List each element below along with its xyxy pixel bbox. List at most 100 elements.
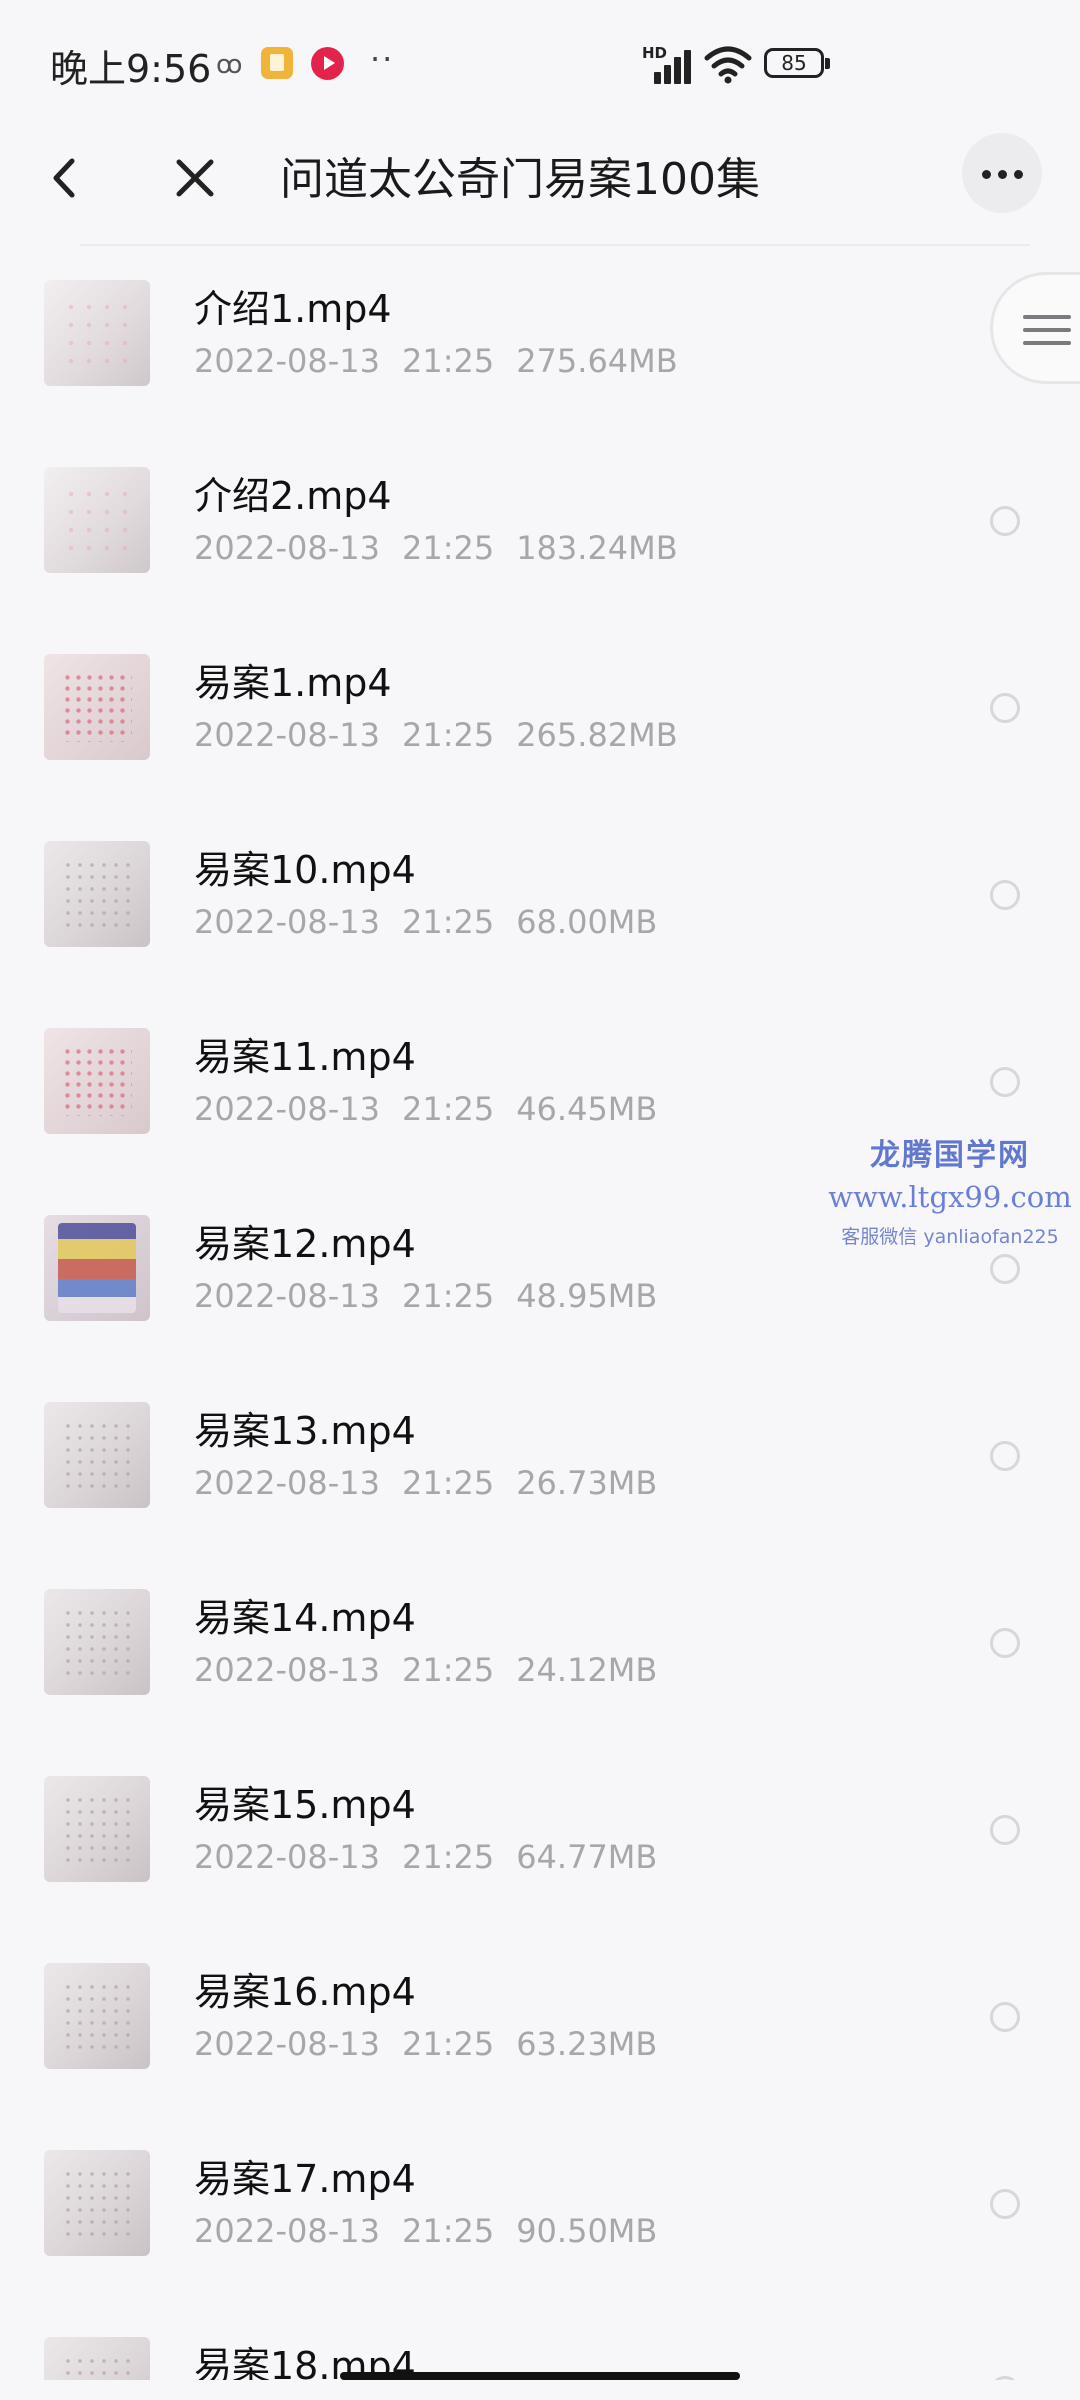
more-dot-icon <box>1014 170 1023 179</box>
status-bar: 晚上9:56 ꝏ ·· HD 85 <box>0 0 1080 120</box>
video-thumbnail <box>44 1589 150 1695</box>
watermark-title: 龙腾国学网 <box>870 1138 1030 1173</box>
file-list-item[interactable]: 介绍1.mp4 2022-08-13 21:25 275.64MB <box>0 250 1080 437</box>
file-size: 265.82MB <box>516 716 678 754</box>
select-radio-button[interactable] <box>990 1067 1020 1097</box>
file-list-item[interactable]: 易案16.mp4 2022-08-13 21:25 63.23MB <box>0 1933 1080 2120</box>
video-thumbnail <box>44 1776 150 1882</box>
file-date: 2022-08-13 <box>194 716 380 754</box>
file-time: 21:25 <box>401 903 495 941</box>
file-name: 易案14.mp4 <box>194 1596 416 1640</box>
file-meta: 2022-08-13 21:25 26.73MB <box>194 1464 657 1502</box>
menu-line-icon <box>1023 315 1071 319</box>
file-size: 24.12MB <box>516 1651 658 1689</box>
file-list-item[interactable]: 易案18.mp4 <box>0 2307 1080 2380</box>
video-thumbnail <box>44 1215 150 1321</box>
file-size: 63.23MB <box>516 2025 658 2063</box>
file-date: 2022-08-13 <box>194 1464 380 1502</box>
file-meta: 2022-08-13 21:25 90.50MB <box>194 2212 657 2250</box>
more-dot-icon <box>982 170 991 179</box>
more-dot-icon <box>998 170 1007 179</box>
select-radio-button[interactable] <box>990 1628 1020 1658</box>
close-icon[interactable] <box>165 143 225 213</box>
file-name: 易案12.mp4 <box>194 1222 416 1266</box>
select-radio-button[interactable] <box>990 693 1020 723</box>
file-time: 21:25 <box>401 2212 495 2250</box>
watermark: 龙腾国学网 www.ltgx99.com 客服微信 yanliaofan225 <box>820 1130 1080 1249</box>
more-options-button[interactable] <box>962 133 1042 213</box>
video-app-notification-icon <box>311 47 344 80</box>
more-notifications-icon: ·· <box>370 40 395 78</box>
video-thumbnail <box>44 841 150 947</box>
file-date: 2022-08-13 <box>194 529 380 567</box>
cloud-sync-icon: ꝏ <box>216 50 243 80</box>
file-meta: 2022-08-13 21:25 46.45MB <box>194 1090 657 1128</box>
video-thumbnail <box>44 2150 150 2256</box>
video-thumbnail <box>44 654 150 760</box>
file-date: 2022-08-13 <box>194 2025 380 2063</box>
notes-app-notification-icon <box>261 47 293 79</box>
file-date: 2022-08-13 <box>194 342 380 380</box>
file-size: 90.50MB <box>516 2212 658 2250</box>
file-name: 易案13.mp4 <box>194 1409 416 1453</box>
file-name: 易案15.mp4 <box>194 1783 416 1827</box>
file-browser-screen: 晚上9:56 ꝏ ·· HD 85 问道太公奇门易案100集 介绍1.mp4 2… <box>0 0 1080 2400</box>
file-time: 21:25 <box>401 529 495 567</box>
file-list-item[interactable]: 介绍2.mp4 2022-08-13 21:25 183.24MB <box>0 437 1080 624</box>
file-name: 易案1.mp4 <box>194 661 392 705</box>
select-radio-button[interactable] <box>990 2376 1020 2380</box>
select-radio-button[interactable] <box>990 880 1020 910</box>
watermark-url: www.ltgx99.com <box>828 1180 1072 1214</box>
file-time: 21:25 <box>401 1277 495 1315</box>
select-radio-button[interactable] <box>990 1254 1020 1284</box>
file-name: 易案16.mp4 <box>194 1970 416 2014</box>
select-radio-button[interactable] <box>990 2189 1020 2219</box>
select-radio-button[interactable] <box>990 1441 1020 1471</box>
file-size: 68.00MB <box>516 903 658 941</box>
back-arrow-icon[interactable] <box>40 143 90 213</box>
file-meta: 2022-08-13 21:25 275.64MB <box>194 342 678 380</box>
wifi-icon <box>704 46 752 84</box>
file-date: 2022-08-13 <box>194 2212 380 2250</box>
file-list-item[interactable]: 易案10.mp4 2022-08-13 21:25 68.00MB <box>0 811 1080 998</box>
file-time: 21:25 <box>401 1651 495 1689</box>
video-thumbnail <box>44 2337 150 2380</box>
video-thumbnail <box>44 1963 150 2069</box>
title-bar: 问道太公奇门易案100集 <box>0 125 1080 245</box>
video-thumbnail <box>44 280 150 386</box>
menu-line-icon <box>1023 341 1071 345</box>
file-meta: 2022-08-13 21:25 48.95MB <box>194 1277 657 1315</box>
file-name: 介绍1.mp4 <box>194 287 392 331</box>
file-date: 2022-08-13 <box>194 1651 380 1689</box>
battery-level: 85 <box>781 51 807 75</box>
select-radio-button[interactable] <box>990 1815 1020 1845</box>
file-meta: 2022-08-13 21:25 183.24MB <box>194 529 678 567</box>
file-meta: 2022-08-13 21:25 24.12MB <box>194 1651 657 1689</box>
file-time: 21:25 <box>401 716 495 754</box>
file-date: 2022-08-13 <box>194 903 380 941</box>
file-list-item[interactable]: 易案1.mp4 2022-08-13 21:25 265.82MB <box>0 624 1080 811</box>
file-time: 21:25 <box>401 1090 495 1128</box>
file-meta: 2022-08-13 21:25 265.82MB <box>194 716 678 754</box>
file-list-item[interactable]: 易案14.mp4 2022-08-13 21:25 24.12MB <box>0 1559 1080 1746</box>
file-meta: 2022-08-13 21:25 68.00MB <box>194 903 657 941</box>
battery-icon: 85 <box>764 48 830 78</box>
file-size: 64.77MB <box>516 1838 658 1876</box>
file-date: 2022-08-13 <box>194 1838 380 1876</box>
file-name: 易案17.mp4 <box>194 2157 416 2201</box>
video-thumbnail <box>44 1402 150 1508</box>
file-list-item[interactable]: 易案15.mp4 2022-08-13 21:25 64.77MB <box>0 1746 1080 1933</box>
signal-strength-icon <box>644 48 692 84</box>
select-radio-button[interactable] <box>990 2002 1020 2032</box>
home-indicator[interactable] <box>340 2372 740 2380</box>
file-list-item[interactable]: 易案13.mp4 2022-08-13 21:25 26.73MB <box>0 1372 1080 1559</box>
file-date: 2022-08-13 <box>194 1277 380 1315</box>
status-time: 晚上9:56 <box>50 47 212 91</box>
file-name: 易案10.mp4 <box>194 848 416 892</box>
file-list: 介绍1.mp4 2022-08-13 21:25 275.64MB 介绍2.mp4 202… <box>0 250 1080 2380</box>
file-meta: 2022-08-13 21:25 63.23MB <box>194 2025 657 2063</box>
file-list-item[interactable]: 易案17.mp4 2022-08-13 21:25 90.50MB <box>0 2120 1080 2307</box>
file-date: 2022-08-13 <box>194 1090 380 1128</box>
file-size: 46.45MB <box>516 1090 658 1128</box>
select-radio-button[interactable] <box>990 506 1020 536</box>
